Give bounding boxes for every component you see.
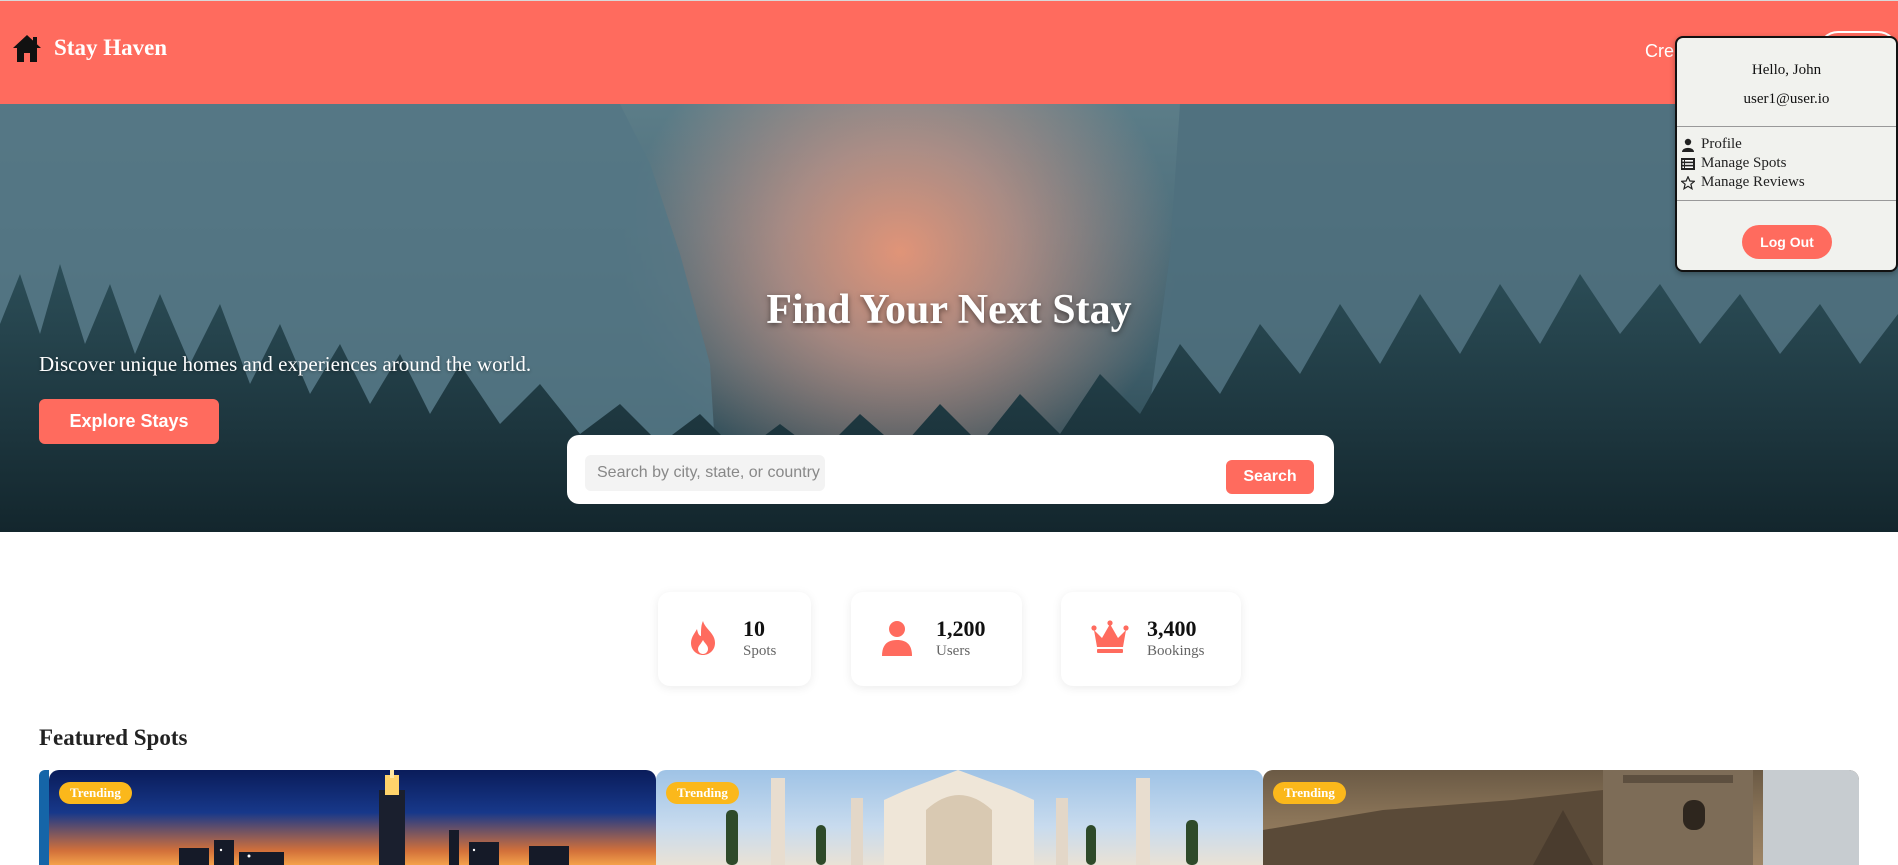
menu-item-label: Manage Spots (1701, 155, 1787, 171)
menu-item-manage-spots[interactable]: Manage Spots (1681, 155, 1786, 172)
stat-label: Users (936, 643, 971, 659)
hero-subtitle: Discover unique homes and experiences ar… (39, 352, 532, 376)
search-button[interactable]: Search (1226, 460, 1314, 494)
menu-item-label: Profile (1701, 136, 1742, 152)
crown-icon (1091, 620, 1129, 653)
stat-value: 1,200 (936, 616, 986, 641)
carousel-edge (39, 770, 49, 865)
greeting-text: Hello, John (1751, 62, 1822, 78)
stat-card-spots: 10 Spots (658, 592, 811, 686)
featured-spots-heading: Featured Spots (39, 725, 188, 750)
stat-label: Bookings (1147, 643, 1205, 659)
fire-icon (691, 621, 715, 655)
hero-title: Find Your Next Stay (766, 287, 1132, 333)
menu-item-profile[interactable]: Profile (1681, 136, 1742, 153)
profile-dropdown-menu: Hello, John user1@user.io Profile Manage… (1675, 36, 1898, 272)
user-icon (882, 621, 912, 656)
city-skyline-image (179, 770, 569, 865)
menu-item-manage-reviews[interactable]: Manage Reviews (1681, 174, 1805, 191)
star-icon (1681, 175, 1695, 190)
stat-card-users: 1,200 Users (851, 592, 1022, 686)
featured-spot-card[interactable]: Trending (656, 770, 1263, 865)
taj-mahal-image (726, 770, 1198, 865)
trending-badge: Trending (666, 782, 739, 804)
stat-value: 10 (743, 616, 765, 641)
explore-stays-button[interactable]: Explore Stays (39, 399, 219, 444)
home-icon (13, 35, 41, 62)
log-out-button[interactable]: Log Out (1742, 225, 1832, 259)
trending-badge: Trending (59, 782, 132, 804)
create-spot-link[interactable]: Cre (1645, 41, 1674, 62)
great-wall-image (1263, 770, 1859, 865)
user-email: user1@user.io (1743, 91, 1830, 107)
list-icon (1681, 157, 1695, 170)
trending-badge: Trending (1273, 782, 1346, 804)
stat-card-bookings: 3,400 Bookings (1061, 592, 1241, 686)
stat-label: Spots (743, 643, 777, 659)
hero-banner: Find Your Next Stay Discover unique home… (0, 104, 1898, 532)
brand-name: Stay Haven (54, 35, 168, 60)
featured-spot-card[interactable]: Trending (1263, 770, 1859, 865)
featured-spot-card[interactable]: Trending (49, 770, 656, 865)
brand-logo-link[interactable]: Stay Haven (12, 33, 167, 63)
stat-value: 3,400 (1147, 616, 1197, 641)
top-navbar: Stay Haven Cre (0, 0, 1898, 104)
divider (1677, 126, 1896, 127)
menu-item-label: Manage Reviews (1701, 174, 1805, 190)
divider (1677, 200, 1896, 201)
search-input[interactable] (585, 455, 825, 491)
user-icon (1682, 138, 1694, 152)
search-bar: Search (567, 435, 1334, 504)
